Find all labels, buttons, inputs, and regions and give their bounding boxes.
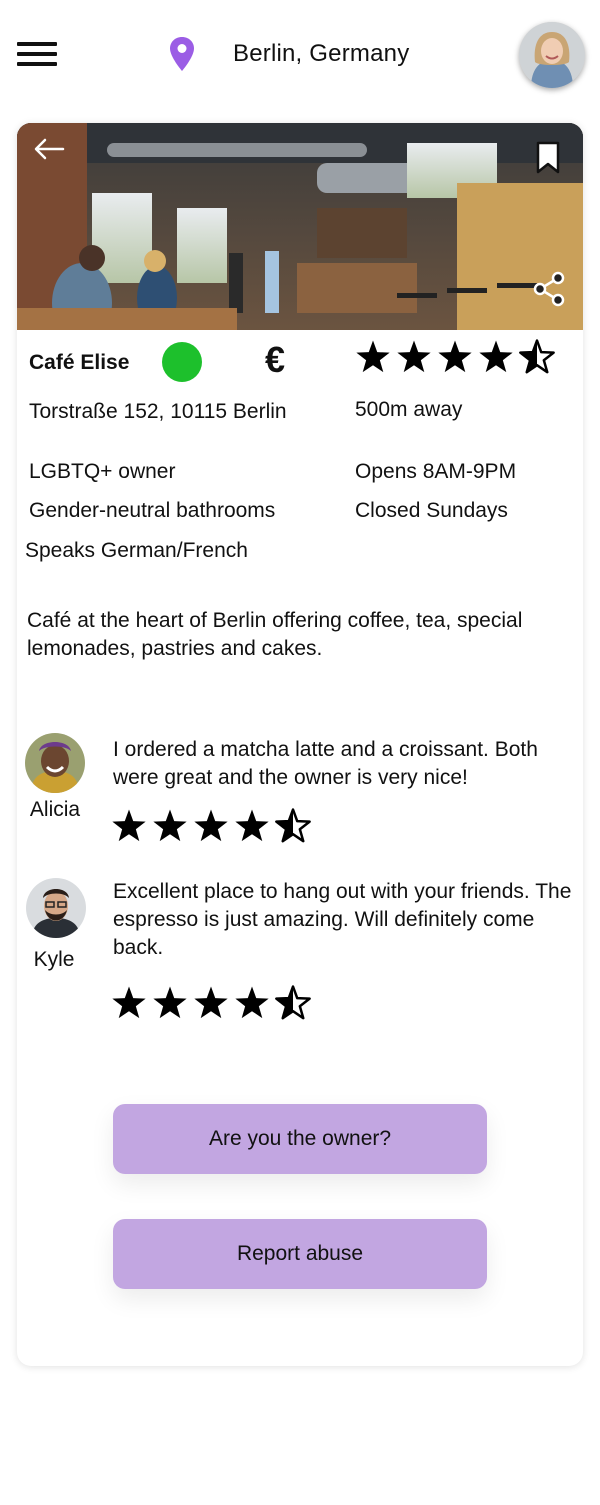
place-address: Torstraße 152, 10115 Berlin: [29, 400, 287, 423]
place-card: Café Elise € Torstraße 152, 10115 Berlin…: [17, 123, 583, 1366]
review-text: Excellent place to hang out with your fr…: [113, 880, 572, 959]
location-label[interactable]: Berlin, Germany: [233, 40, 409, 68]
reviewer-name: Alicia: [29, 798, 81, 821]
share-icon[interactable]: [531, 271, 567, 307]
reviewer-avatar: [26, 878, 86, 938]
closed-days: Closed Sundays: [355, 499, 508, 522]
place-distance: 500m away: [355, 398, 463, 421]
star-icon: [438, 340, 472, 373]
feature-item: Speaks German/French: [25, 539, 248, 562]
reviewer-name: Kyle: [33, 948, 75, 971]
star-icon: [194, 986, 228, 1019]
star-icon: [153, 809, 187, 842]
star-icon: [194, 809, 228, 842]
star-icon: [397, 340, 431, 373]
star-icon: [112, 809, 146, 842]
star-icon: [235, 986, 269, 1019]
bookmark-icon[interactable]: [535, 141, 561, 175]
claim-owner-button[interactable]: Are you the owner?: [113, 1104, 487, 1174]
open-status-indicator: [162, 342, 202, 382]
star-icon: [519, 339, 555, 374]
feature-item: LGBTQ+ owner: [29, 460, 176, 483]
star-icon: [153, 986, 187, 1019]
top-bar: Berlin, Germany: [0, 0, 600, 110]
place-description: Café at the heart of Berlin offering cof…: [27, 609, 523, 660]
star-icon: [275, 808, 311, 843]
opening-hours: Opens 8AM-9PM: [355, 460, 517, 483]
price-level: €: [265, 339, 286, 380]
location-pin-icon: [170, 37, 194, 71]
star-icon: [479, 340, 513, 373]
report-abuse-button[interactable]: Report abuse: [113, 1219, 487, 1289]
star-icon: [112, 986, 146, 1019]
star-icon: [235, 809, 269, 842]
place-name: Café Elise: [29, 351, 130, 374]
star-icon: [275, 985, 311, 1020]
review-rating: [111, 808, 311, 844]
menu-icon[interactable]: [17, 42, 57, 68]
review-text: I ordered a matcha latte and a croissant…: [113, 738, 538, 789]
review-rating: [111, 985, 311, 1021]
cafe-photo: [17, 123, 583, 330]
back-arrow-icon[interactable]: [33, 137, 65, 161]
feature-item: Gender-neutral bathrooms: [29, 499, 276, 522]
star-icon: [356, 340, 390, 373]
profile-avatar[interactable]: [519, 22, 585, 88]
place-rating: [355, 339, 555, 375]
reviewer-avatar: [25, 733, 85, 793]
